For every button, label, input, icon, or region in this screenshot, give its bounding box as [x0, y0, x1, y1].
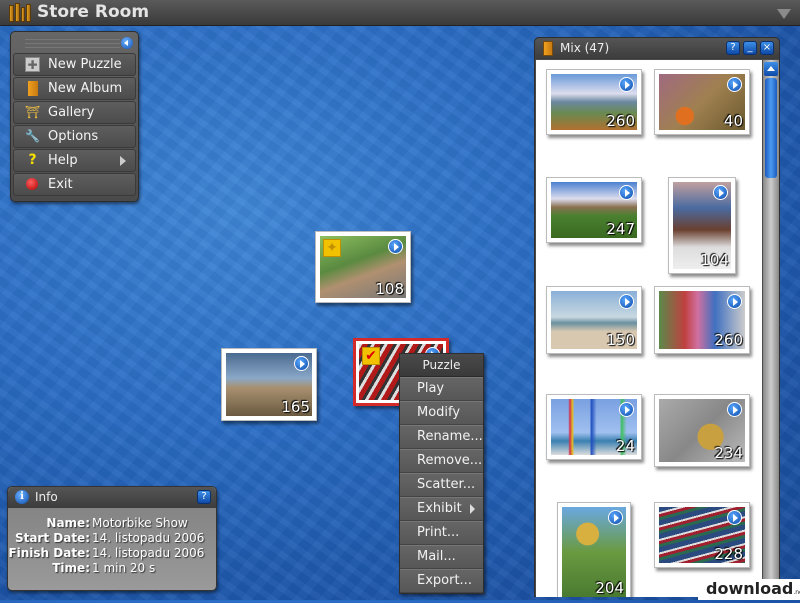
menu-item-new-album[interactable]: New Album — [13, 77, 136, 100]
info-row-finish-date: Finish Date: 14. listopadu 2006 — [8, 546, 205, 560]
play-icon[interactable] — [619, 402, 634, 417]
thumbnail-image: 234 — [659, 399, 745, 462]
puzzle-thumb-parthenon[interactable]: 165 — [221, 348, 317, 421]
play-icon[interactable] — [619, 77, 634, 92]
album-panel-mix: Mix (47) ? _ × 260 40 247 104 150 260 24… — [534, 37, 780, 597]
thumbnail-image: 165 — [226, 353, 312, 416]
books-icon — [9, 3, 31, 22]
thumbnail-image: ✦ 108 — [320, 236, 406, 298]
submenu-arrow-icon — [120, 156, 126, 166]
menu-item-gallery[interactable]: ⛩ Gallery — [13, 101, 136, 124]
menu-item-options[interactable]: 🔧 Options — [13, 125, 136, 148]
puzzle-thumb-puppies[interactable]: ✦ 108 — [315, 231, 411, 303]
info-panel: i Info ? Name: Motorbike Show Start Date:… — [7, 486, 217, 591]
collapse-menu-button[interactable] — [121, 37, 133, 49]
context-item-scatter[interactable]: Scatter... — [400, 473, 483, 497]
scrollbar-thumb[interactable] — [765, 78, 777, 178]
thumbnail-image: 247 — [551, 182, 637, 238]
minimize-button[interactable]: _ — [743, 41, 757, 55]
menu-grip[interactable] — [13, 34, 136, 52]
context-item-rename[interactable]: Rename... — [400, 425, 483, 449]
context-item-remove[interactable]: Remove... — [400, 449, 483, 473]
dropdown-arrow-icon[interactable] — [777, 9, 791, 19]
submenu-arrow-icon — [470, 504, 475, 514]
album-thumb[interactable]: 260 — [546, 69, 642, 135]
album-thumb[interactable]: 234 — [654, 394, 750, 467]
info-row-time: Time: 1 min 20 s — [52, 561, 156, 575]
help-button[interactable]: ? — [197, 490, 211, 504]
album-thumb[interactable]: 228 — [654, 502, 750, 568]
play-icon[interactable] — [727, 294, 742, 309]
app-title: Store Room — [37, 2, 150, 22]
title-bar: Store Room — [0, 0, 800, 26]
play-icon[interactable] — [727, 402, 742, 417]
album-icon — [28, 81, 38, 96]
context-item-modify[interactable]: Modify — [400, 401, 483, 425]
play-icon[interactable] — [727, 510, 742, 525]
menu-item-exit[interactable]: Exit — [13, 173, 136, 196]
thumbnail-image: 104 — [673, 182, 731, 269]
thumbnail-image: 40 — [659, 74, 745, 130]
info-panel-header[interactable]: i Info ? — [8, 487, 216, 508]
close-button[interactable]: × — [760, 41, 774, 55]
play-icon[interactable] — [619, 294, 634, 309]
menu-item-help[interactable]: ? Help — [13, 149, 136, 172]
play-icon[interactable] — [608, 510, 623, 525]
thumbnail-image: 150 — [551, 291, 637, 349]
puzzle-in-progress-icon: ✦ — [323, 239, 341, 257]
thumbnail-image: 24 — [551, 399, 637, 455]
album-thumb[interactable]: 247 — [546, 177, 642, 243]
context-item-mail[interactable]: Mail... — [400, 545, 483, 569]
main-menu: ✚ New Puzzle New Album ⛩ Gallery 🔧 Options … — [10, 31, 139, 202]
album-thumb[interactable]: 260 — [654, 286, 750, 354]
album-thumbnail-grid: 260 40 247 104 150 260 24 234 204 228 — [536, 60, 762, 597]
album-thumb[interactable]: 40 — [654, 69, 750, 135]
puzzle-icon: ✚ — [25, 57, 40, 72]
album-icon — [543, 41, 553, 56]
help-icon: ? — [28, 152, 37, 168]
thumbnail-image: 260 — [551, 74, 637, 130]
context-item-play[interactable]: Play — [400, 377, 483, 401]
context-item-exhibit[interactable]: Exhibit — [400, 497, 483, 521]
album-thumb[interactable]: 204 — [557, 502, 631, 597]
info-row-start-date: Start Date: 14. listopadu 2006 — [14, 531, 205, 545]
play-icon[interactable] — [619, 185, 634, 200]
album-panel-header[interactable]: Mix (47) ? _ × — [535, 38, 779, 59]
album-thumb[interactable]: 104 — [668, 177, 736, 274]
puzzle-completed-icon: ✔ — [362, 347, 380, 365]
play-icon[interactable] — [713, 185, 728, 200]
context-menu-header: Puzzle — [400, 354, 483, 377]
gallery-icon: ⛩ — [25, 105, 41, 119]
thumbnail-image: 228 — [659, 507, 745, 563]
album-thumb[interactable]: 24 — [546, 394, 642, 460]
scroll-up-button[interactable] — [764, 62, 778, 76]
help-button[interactable]: ? — [726, 41, 740, 55]
menu-item-new-puzzle[interactable]: ✚ New Puzzle — [13, 53, 136, 76]
thumbnail-image: 204 — [562, 507, 626, 597]
play-icon[interactable] — [294, 356, 309, 371]
play-icon[interactable] — [727, 77, 742, 92]
album-thumb[interactable]: 150 — [546, 286, 642, 354]
thumbnail-image: 260 — [659, 291, 745, 349]
exit-icon — [25, 177, 40, 192]
watermark: download.net.pl — [698, 579, 800, 600]
wrench-icon: 🔧 — [25, 129, 40, 143]
vertical-scrollbar[interactable] — [763, 60, 779, 597]
info-row-name: Name: Motorbike Show — [46, 516, 188, 530]
info-icon: i — [15, 490, 29, 504]
play-icon[interactable] — [388, 239, 403, 254]
context-item-export[interactable]: Export... — [400, 569, 483, 593]
context-item-print[interactable]: Print... — [400, 521, 483, 545]
context-menu: Puzzle Play Modify Rename... Remove... S… — [399, 353, 484, 594]
